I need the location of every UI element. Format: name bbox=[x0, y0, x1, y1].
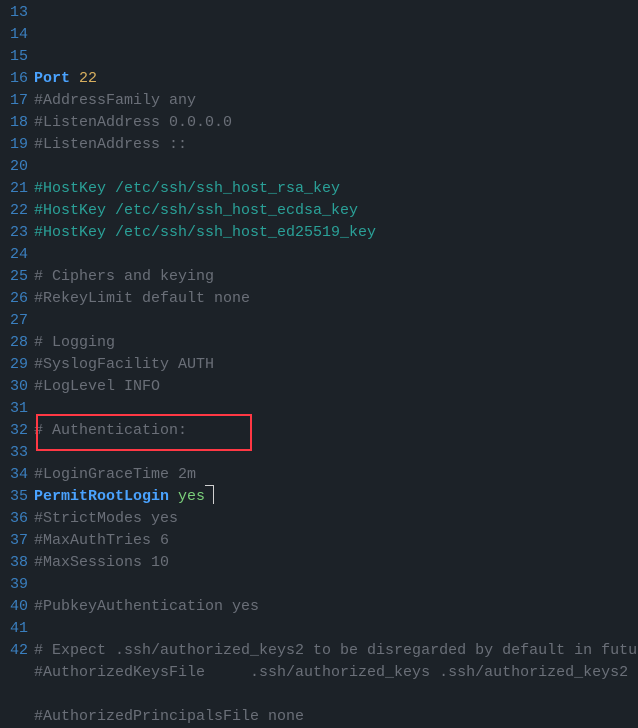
code-line[interactable]: #ListenAddress :: bbox=[34, 134, 638, 156]
code-line[interactable] bbox=[34, 156, 638, 178]
code-line[interactable]: #ListenAddress 0.0.0.0 bbox=[34, 112, 638, 134]
line-number: 39 bbox=[0, 574, 28, 596]
code-area[interactable]: Port 22 #AddressFamily any #ListenAddress … bbox=[34, 2, 638, 728]
line-number: 20 bbox=[0, 156, 28, 178]
code-line[interactable]: PermitRootLogin yes bbox=[34, 486, 638, 508]
token-comment: #PubkeyAuthentication yes bbox=[34, 598, 259, 615]
line-number-gutter: 1314151617181920212223242526272829303132… bbox=[0, 2, 34, 728]
token-comment: #AuthorizedPrincipalsFile none bbox=[34, 708, 304, 725]
code-line[interactable]: #MaxAuthTries 6 bbox=[34, 530, 638, 552]
token-comment: # Ciphers and keying bbox=[34, 268, 214, 285]
token-comment: #RekeyLimit default none bbox=[34, 290, 250, 307]
token-comment: #AuthorizedKeysFile .ssh/authorized_keys… bbox=[34, 664, 628, 681]
code-line[interactable]: # Ciphers and keying bbox=[34, 266, 638, 288]
token-keyword: PermitRootLogin bbox=[34, 488, 169, 505]
line-number: 18 bbox=[0, 112, 28, 134]
code-line[interactable]: # Logging bbox=[34, 332, 638, 354]
token-comment: #HostKey /etc/ssh/ssh_host_rsa_key bbox=[34, 180, 340, 197]
line-number: 38 bbox=[0, 552, 28, 574]
line-number: 41 bbox=[0, 618, 28, 640]
code-line[interactable]: #HostKey /etc/ssh/ssh_host_rsa_key bbox=[34, 178, 638, 200]
line-number: 15 bbox=[0, 46, 28, 68]
code-line[interactable]: #LoginGraceTime 2m bbox=[34, 464, 638, 486]
token-comment: # Logging bbox=[34, 334, 115, 351]
token-comment: #StrictModes yes bbox=[34, 510, 178, 527]
code-line[interactable]: #AuthorizedKeysFile .ssh/authorized_keys… bbox=[34, 662, 638, 684]
code-line[interactable] bbox=[34, 244, 638, 266]
line-number: 14 bbox=[0, 24, 28, 46]
line-number: 19 bbox=[0, 134, 28, 156]
token-comment: #HostKey /etc/ssh/ssh_host_ed25519_key bbox=[34, 224, 376, 241]
token-comment: #AddressFamily any bbox=[34, 92, 196, 109]
token-keyword: Port bbox=[34, 70, 70, 87]
line-number: 13 bbox=[0, 2, 28, 24]
code-line[interactable] bbox=[34, 398, 638, 420]
line-number: 29 bbox=[0, 354, 28, 376]
token-comment: # Expect .ssh/authorized_keys2 to be dis… bbox=[34, 642, 637, 659]
line-number: 25 bbox=[0, 266, 28, 288]
line-number: 35 bbox=[0, 486, 28, 508]
line-number: 23 bbox=[0, 222, 28, 244]
line-number: 28 bbox=[0, 332, 28, 354]
code-line[interactable] bbox=[34, 684, 638, 706]
line-number: 26 bbox=[0, 288, 28, 310]
code-line[interactable]: #AddressFamily any bbox=[34, 90, 638, 112]
code-line[interactable]: #RekeyLimit default none bbox=[34, 288, 638, 310]
line-number: 36 bbox=[0, 508, 28, 530]
line-number: 21 bbox=[0, 178, 28, 200]
code-line[interactable]: #HostKey /etc/ssh/ssh_host_ed25519_key bbox=[34, 222, 638, 244]
line-number: 30 bbox=[0, 376, 28, 398]
token-comment: #LoginGraceTime 2m bbox=[34, 466, 196, 483]
line-number: 22 bbox=[0, 200, 28, 222]
code-line[interactable] bbox=[34, 310, 638, 332]
token-comment: #LogLevel INFO bbox=[34, 378, 160, 395]
code-line[interactable]: #MaxSessions 10 bbox=[34, 552, 638, 574]
code-line[interactable]: #PubkeyAuthentication yes bbox=[34, 596, 638, 618]
token-comment: #ListenAddress 0.0.0.0 bbox=[34, 114, 232, 131]
token-comment: #ListenAddress :: bbox=[34, 136, 187, 153]
code-line[interactable]: #LogLevel INFO bbox=[34, 376, 638, 398]
code-line[interactable]: #StrictModes yes bbox=[34, 508, 638, 530]
line-number: 33 bbox=[0, 442, 28, 464]
code-line[interactable]: # Expect .ssh/authorized_keys2 to be dis… bbox=[34, 640, 638, 662]
line-number: 31 bbox=[0, 398, 28, 420]
code-line[interactable] bbox=[34, 442, 638, 464]
token-number: 22 bbox=[79, 70, 97, 87]
code-line[interactable]: #SyslogFacility AUTH bbox=[34, 354, 638, 376]
token-comment: #MaxSessions 10 bbox=[34, 554, 169, 571]
token-comment: #MaxAuthTries 6 bbox=[34, 532, 169, 549]
line-number: 32 bbox=[0, 420, 28, 442]
code-line[interactable]: Port 22 bbox=[34, 68, 638, 90]
code-editor[interactable]: 1314151617181920212223242526272829303132… bbox=[0, 0, 638, 728]
line-number: 27 bbox=[0, 310, 28, 332]
text-cursor bbox=[205, 485, 214, 504]
code-line[interactable]: #AuthorizedPrincipalsFile none bbox=[34, 706, 638, 728]
code-line[interactable]: # Authentication: bbox=[34, 420, 638, 442]
line-number: 24 bbox=[0, 244, 28, 266]
code-line[interactable] bbox=[34, 618, 638, 640]
line-number: 42 bbox=[0, 640, 28, 662]
line-number: 34 bbox=[0, 464, 28, 486]
line-number: 40 bbox=[0, 596, 28, 618]
token-comment: # Authentication: bbox=[34, 422, 187, 439]
token-comment: #SyslogFacility AUTH bbox=[34, 356, 214, 373]
code-line[interactable] bbox=[34, 574, 638, 596]
token-value: yes bbox=[178, 488, 205, 505]
line-number: 17 bbox=[0, 90, 28, 112]
line-number: 37 bbox=[0, 530, 28, 552]
line-number: 16 bbox=[0, 68, 28, 90]
code-line[interactable]: #HostKey /etc/ssh/ssh_host_ecdsa_key bbox=[34, 200, 638, 222]
token-comment: #HostKey /etc/ssh/ssh_host_ecdsa_key bbox=[34, 202, 358, 219]
